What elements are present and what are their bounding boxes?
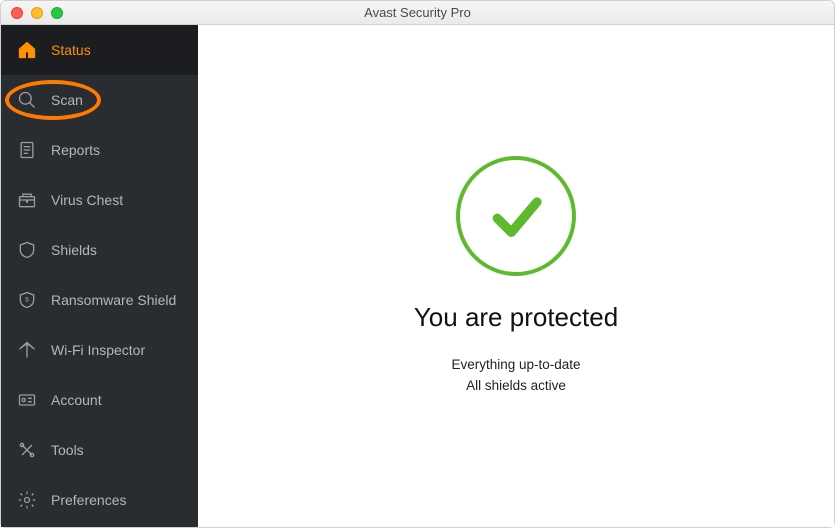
- window-titlebar: Avast Security Pro: [1, 1, 834, 25]
- window-controls: [1, 7, 63, 19]
- sidebar-item-status[interactable]: Status: [1, 25, 198, 75]
- chest-icon: [17, 190, 37, 210]
- sidebar-item-label: Wi-Fi Inspector: [51, 342, 145, 358]
- search-icon: [17, 90, 37, 110]
- home-icon: [17, 40, 37, 60]
- tools-icon: [17, 440, 37, 460]
- sidebar-item-label: Shields: [51, 242, 97, 258]
- sidebar-item-reports[interactable]: Reports: [1, 125, 198, 175]
- sidebar-item-virus-chest[interactable]: Virus Chest: [1, 175, 198, 225]
- checkmark-icon: [488, 188, 544, 244]
- sidebar-item-scan[interactable]: Scan: [1, 75, 198, 125]
- sidebar-item-label: Tools: [51, 442, 84, 458]
- gear-icon: [17, 490, 37, 510]
- sidebar-item-label: Account: [51, 392, 102, 408]
- shield-icon: [17, 240, 37, 260]
- sidebar-item-label: Reports: [51, 142, 100, 158]
- status-line1: Everything up-to-date: [451, 355, 580, 375]
- sidebar-item-account[interactable]: Account: [1, 375, 198, 425]
- account-icon: [17, 390, 37, 410]
- sidebar-item-preferences[interactable]: Preferences: [1, 475, 198, 525]
- zoom-button[interactable]: [51, 7, 63, 19]
- status-line2: All shields active: [451, 376, 580, 396]
- sidebar-item-shields[interactable]: Shields: [1, 225, 198, 275]
- ransomware-shield-icon: $: [17, 290, 37, 310]
- main-panel: You are protected Everything up-to-date …: [198, 25, 834, 527]
- status-subtext: Everything up-to-date All shields active: [451, 355, 580, 396]
- status-indicator: [456, 156, 576, 276]
- sidebar-item-label: Preferences: [51, 492, 126, 508]
- sidebar-item-wifi-inspector[interactable]: Wi-Fi Inspector: [1, 325, 198, 375]
- content-area: Status Scan Reports Virus Chest Shields: [1, 25, 834, 527]
- window-title: Avast Security Pro: [1, 5, 834, 20]
- minimize-button[interactable]: [31, 7, 43, 19]
- sidebar-item-label: Status: [51, 42, 91, 58]
- sidebar-item-label: Ransomware Shield: [51, 292, 176, 308]
- svg-text:$: $: [25, 297, 29, 304]
- close-button[interactable]: [11, 7, 23, 19]
- document-icon: [17, 140, 37, 160]
- status-heading: You are protected: [414, 302, 618, 333]
- wifi-icon: [17, 340, 37, 360]
- sidebar-item-label: Scan: [51, 92, 83, 108]
- sidebar-item-tools[interactable]: Tools: [1, 425, 198, 475]
- sidebar: Status Scan Reports Virus Chest Shields: [1, 25, 198, 527]
- sidebar-item-label: Virus Chest: [51, 192, 123, 208]
- sidebar-item-ransomware-shield[interactable]: $ Ransomware Shield: [1, 275, 198, 325]
